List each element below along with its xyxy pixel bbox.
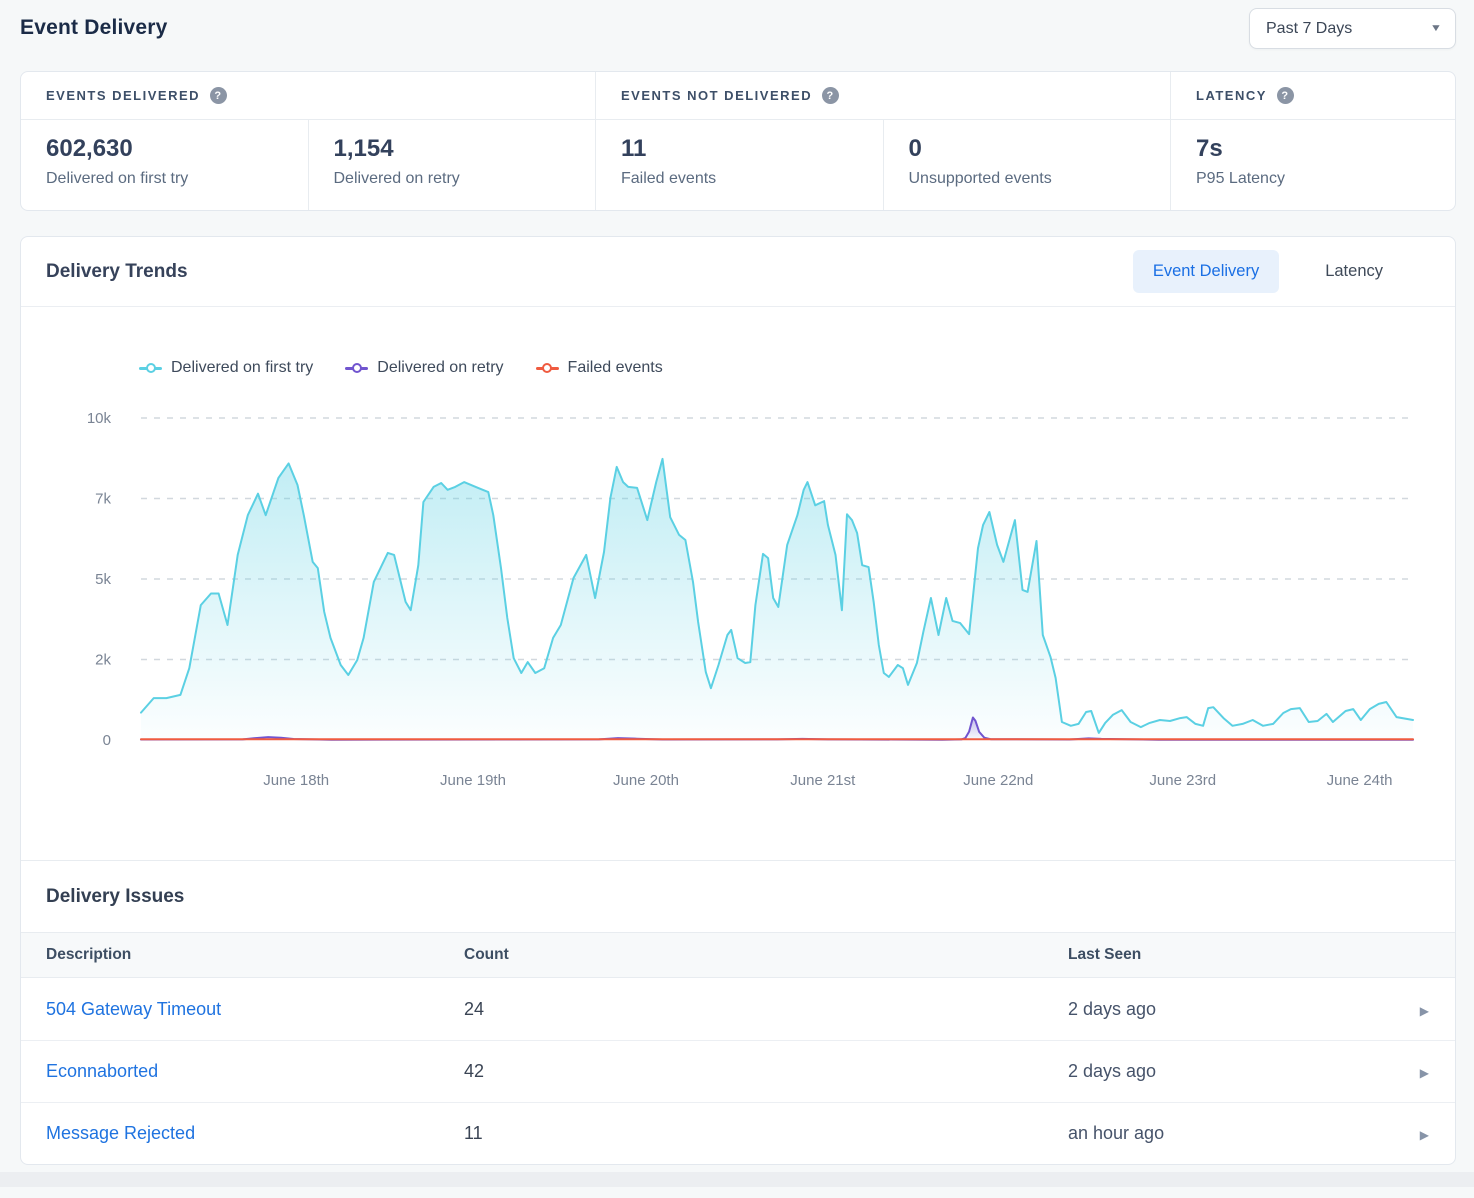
issue-link[interactable]: 504 Gateway Timeout bbox=[46, 999, 221, 1019]
metric-value: 7s bbox=[1196, 135, 1455, 163]
table-row[interactable]: Message Rejected 11 an hour ago ▶ bbox=[21, 1102, 1455, 1164]
stats-section-label: Events Delivered bbox=[46, 88, 200, 103]
issue-link[interactable]: Message Rejected bbox=[46, 1123, 195, 1143]
svg-text:7k: 7k bbox=[95, 491, 111, 508]
date-range-select[interactable]: Past 7 Days ▼ bbox=[1249, 8, 1456, 49]
trends-chart: 0 2k 5k 7k 10k June 18th June 19th June 20th Jun… bbox=[21, 405, 1456, 800]
page-bottom-strip bbox=[0, 1172, 1474, 1187]
metric-label: P95 Latency bbox=[1196, 170, 1455, 188]
svg-text:June 21st: June 21st bbox=[790, 772, 856, 789]
legend-label: Delivered on retry bbox=[377, 359, 503, 377]
chevron-right-icon[interactable]: ▶ bbox=[1420, 1004, 1429, 1018]
series-marker-icon bbox=[345, 367, 368, 370]
svg-text:June 22nd: June 22nd bbox=[963, 772, 1033, 789]
table-row[interactable]: Econnaborted 42 2 days ago ▶ bbox=[21, 1040, 1455, 1102]
issue-count: 42 bbox=[464, 1061, 1068, 1082]
metric-p95-latency: 7s P95 Latency bbox=[1171, 120, 1455, 210]
legend-label: Delivered on first try bbox=[171, 359, 313, 377]
delivery-issues-title: Delivery Issues bbox=[21, 861, 1455, 932]
issue-count: 11 bbox=[464, 1123, 1068, 1144]
trends-tabs: Event Delivery Latency bbox=[1133, 250, 1403, 293]
table-row[interactable]: 504 Gateway Timeout 24 2 days ago ▶ bbox=[21, 978, 1455, 1040]
top-header: Event Delivery Past 7 Days ▼ bbox=[20, 8, 1456, 49]
col-header-last-seen: Last Seen bbox=[1068, 946, 1403, 964]
stats-section-latency: Latency ? 7s P95 Latency bbox=[1171, 72, 1455, 210]
svg-text:June 24th: June 24th bbox=[1327, 772, 1393, 789]
metric-label: Delivered on first try bbox=[46, 170, 308, 188]
legend-item-failed[interactable]: Failed events bbox=[536, 359, 663, 377]
issues-table-header: Description Count Last Seen bbox=[21, 932, 1455, 978]
trends-header: Delivery Trends Event Delivery Latency bbox=[21, 237, 1455, 307]
stats-section-events-delivered: Events Delivered ? 602,630 Delivered on … bbox=[21, 72, 596, 210]
issue-count: 24 bbox=[464, 999, 1068, 1020]
help-icon[interactable]: ? bbox=[822, 87, 839, 104]
metric-delivered-retry: 1,154 Delivered on retry bbox=[309, 120, 596, 210]
metric-failed-events: 11 Failed events bbox=[596, 120, 884, 210]
metric-label: Unsupported events bbox=[909, 170, 1171, 188]
issue-link[interactable]: Econnaborted bbox=[46, 1061, 158, 1081]
svg-text:10k: 10k bbox=[87, 410, 112, 427]
metric-value: 602,630 bbox=[46, 135, 308, 163]
chevron-down-icon: ▼ bbox=[1430, 23, 1442, 34]
page-title: Event Delivery bbox=[20, 16, 168, 40]
trends-title: Delivery Trends bbox=[46, 261, 188, 283]
svg-text:June 19th: June 19th bbox=[440, 772, 506, 789]
metric-label: Delivered on retry bbox=[334, 170, 596, 188]
issue-last-seen: an hour ago bbox=[1068, 1123, 1403, 1144]
tab-event-delivery[interactable]: Event Delivery bbox=[1133, 250, 1279, 293]
stats-section-label: Events Not Delivered bbox=[621, 88, 812, 103]
help-icon[interactable]: ? bbox=[1277, 87, 1294, 104]
svg-text:2k: 2k bbox=[95, 652, 111, 669]
help-icon[interactable]: ? bbox=[210, 87, 227, 104]
metric-delivered-first-try: 602,630 Delivered on first try bbox=[21, 120, 309, 210]
trends-chart-area: 0 2k 5k 7k 10k June 18th June 19th June 20th Jun… bbox=[21, 405, 1456, 800]
issue-last-seen: 2 days ago bbox=[1068, 999, 1403, 1020]
col-header-count: Count bbox=[464, 946, 1068, 964]
tab-latency[interactable]: Latency bbox=[1305, 250, 1403, 293]
chevron-right-icon[interactable]: ▶ bbox=[1420, 1066, 1429, 1080]
legend-item-retry[interactable]: Delivered on retry bbox=[345, 359, 503, 377]
stats-section-label: Latency bbox=[1196, 88, 1267, 103]
date-range-value: Past 7 Days bbox=[1266, 20, 1352, 38]
metric-value: 11 bbox=[621, 135, 883, 163]
chevron-right-icon[interactable]: ▶ bbox=[1420, 1128, 1429, 1142]
delivery-trends-card: Delivery Trends Event Delivery Latency D… bbox=[20, 236, 1456, 1165]
svg-text:June 20th: June 20th bbox=[613, 772, 679, 789]
legend-label: Failed events bbox=[568, 359, 663, 377]
svg-text:5k: 5k bbox=[95, 571, 111, 588]
col-header-description: Description bbox=[21, 946, 464, 964]
series-marker-icon bbox=[536, 367, 559, 370]
issue-last-seen: 2 days ago bbox=[1068, 1061, 1403, 1082]
metric-label: Failed events bbox=[621, 170, 883, 188]
metric-value: 1,154 bbox=[334, 135, 596, 163]
svg-text:June 18th: June 18th bbox=[263, 772, 329, 789]
stats-section-events-not-delivered: Events Not Delivered ? 11 Failed events … bbox=[596, 72, 1171, 210]
legend-item-first-try[interactable]: Delivered on first try bbox=[139, 359, 313, 377]
metric-unsupported-events: 0 Unsupported events bbox=[884, 120, 1171, 210]
series-marker-icon bbox=[139, 367, 162, 370]
metric-value: 0 bbox=[909, 135, 1171, 163]
svg-text:June 23rd: June 23rd bbox=[1149, 772, 1216, 789]
svg-text:0: 0 bbox=[103, 732, 111, 749]
stats-card: Events Delivered ? 602,630 Delivered on … bbox=[20, 71, 1456, 211]
chart-legend: Delivered on first try Delivered on retr… bbox=[139, 359, 1455, 377]
